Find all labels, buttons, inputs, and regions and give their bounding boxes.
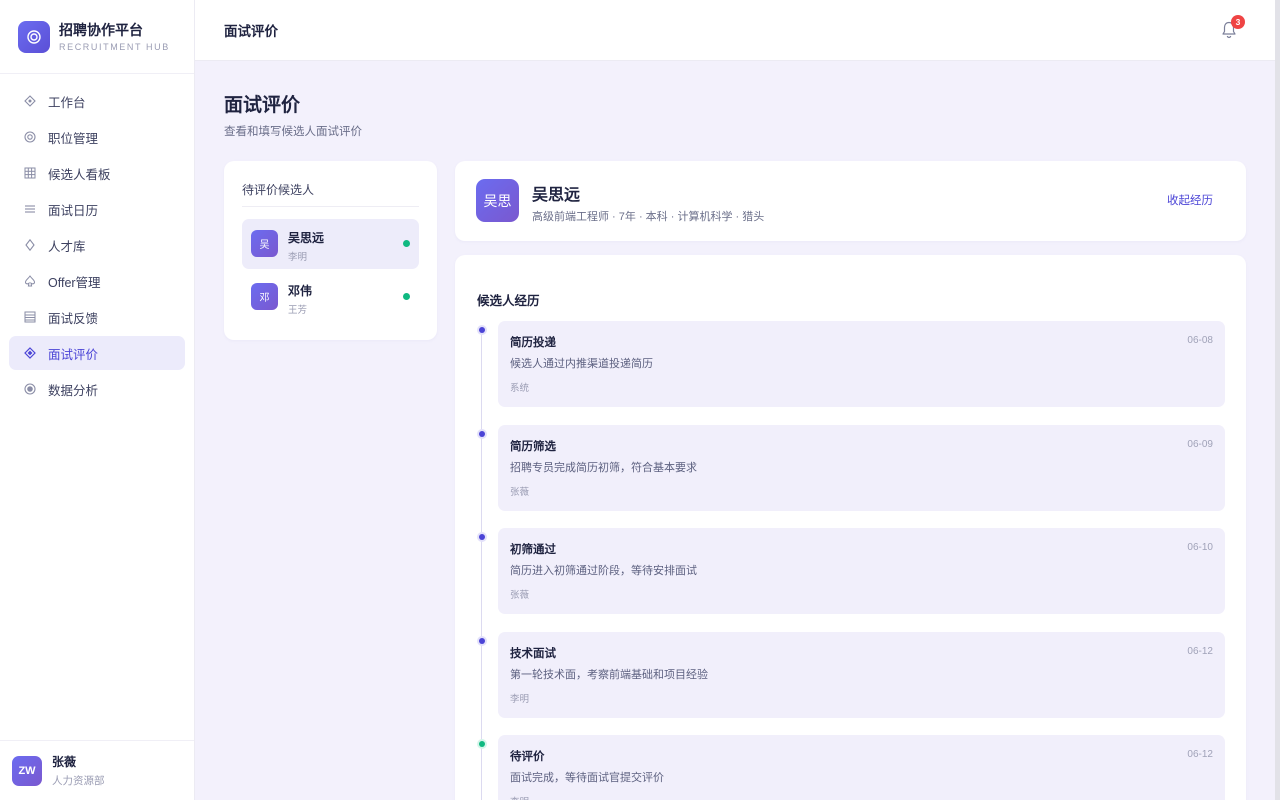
timeline-item: 简历筛选 06-09 招聘专员完成简历初筛，符合基本要求 张薇 (498, 425, 1225, 511)
timeline-item-title: 简历投递 (510, 337, 556, 349)
candidate-name: 吴思远 (532, 187, 581, 204)
sidebar-item-interview-feedback[interactable]: 面试反馈 (9, 300, 185, 334)
sidebar-item-label: 面试评价 (48, 347, 99, 362)
diamond-icon (23, 94, 37, 108)
timeline-dot-icon (479, 327, 485, 333)
timeline-item-date: 06-12 (1187, 646, 1213, 657)
timeline-item: 初筛通过 06-10 简历进入初筛通过阶段，等待安排面试 张薇 (498, 528, 1225, 614)
timeline-item-title: 待评价 (510, 751, 545, 763)
timeline-item-desc: 候选人通过内推渠道投递简历 (510, 358, 653, 370)
sidebar-item-label: 职位管理 (48, 131, 99, 146)
target-icon (23, 130, 37, 144)
candidate-owner: 王芳 (288, 305, 308, 316)
sidebar-nav: 工作台 职位管理 候选人看板 面试日历 人才库 Offer管理 面试反馈 面试评… (0, 74, 194, 406)
timeline-item-date: 06-09 (1187, 439, 1213, 450)
timeline-item-by: 李明 (510, 794, 529, 800)
candidate-meta: 高级前端工程师 · 7年 · 本科 · 计算机科学 · 猎头 (532, 211, 765, 223)
table-icon (23, 310, 37, 324)
brand-logo-icon (18, 20, 50, 53)
collapse-history-button[interactable]: 收起经历 (1167, 192, 1213, 208)
user-profile[interactable]: ZW 张薇 人力资源部 (0, 740, 194, 800)
panel-title: 待评价候选人 (242, 183, 315, 197)
brand-name: 招聘协作平台 (59, 21, 143, 38)
timeline-dot-icon (479, 534, 485, 540)
timeline-dot-icon (479, 431, 485, 437)
sidebar-item-label: 数据分析 (48, 383, 99, 398)
timeline-dot-icon (479, 638, 485, 644)
timeline-item-by: 张薇 (510, 487, 530, 498)
timeline-item-date: 06-10 (1187, 542, 1213, 553)
circle-dot-icon (23, 382, 37, 396)
timeline-item-date: 06-12 (1187, 749, 1213, 760)
timeline-dot-icon (479, 741, 485, 747)
scrollbar-thumb[interactable] (1275, 0, 1280, 800)
candidate-history-card: 候选人经历 简历投递 06-08 候选人通过内推渠道投递简历 系统 简历筛选 0… (455, 255, 1246, 800)
avatar: 邓 (251, 283, 278, 310)
candidate-item[interactable]: 吴 吴思远 李明 (242, 219, 419, 269)
timeline-item-desc: 面试完成，等待面试官提交评价 (510, 772, 664, 784)
sidebar-item-interview-calendar[interactable]: 面试日历 (9, 192, 185, 226)
brand-subtitle: RECRUITMENT HUB (59, 41, 170, 52)
topbar: 面试评价 3 (195, 0, 1275, 61)
sidebar-item-label: 工作台 (48, 95, 86, 110)
diamond-active-icon (23, 346, 37, 360)
timeline-item-by: 系统 (510, 383, 530, 394)
timeline-item-title: 初筛通过 (510, 544, 556, 556)
divider (242, 206, 419, 207)
page-title: 面试评价 (224, 95, 301, 116)
timeline-item-by: 李明 (510, 694, 530, 705)
avatar: 吴 (251, 230, 278, 257)
sidebar-item-label: Offer管理 (48, 275, 101, 290)
timeline-item-desc: 招聘专员完成简历初筛，符合基本要求 (510, 462, 697, 474)
timeline-item: 技术面试 06-12 第一轮技术面，考察前端基础和项目经验 李明 (498, 632, 1225, 718)
list-icon (23, 202, 37, 216)
notification-badge: 3 (1231, 15, 1245, 29)
sidebar-item-label: 人才库 (48, 239, 86, 254)
candidate-item[interactable]: 邓 邓伟 王芳 (242, 272, 419, 322)
topbar-title: 面试评价 (224, 24, 278, 39)
sidebar-item-interview-evaluation[interactable]: 面试评价 (9, 336, 185, 370)
page-subtitle: 查看和填写候选人面试评价 (224, 126, 362, 138)
candidate-list-panel: 待评价候选人 吴 吴思远 李明 邓 邓伟 王芳 (224, 161, 437, 340)
sidebar-item-analytics[interactable]: 数据分析 (9, 372, 185, 406)
avatar: 吴思 (476, 179, 519, 222)
candidate-profile-card: 吴思 吴思远 高级前端工程师 · 7年 · 本科 · 计算机科学 · 猎头 收起… (455, 161, 1246, 241)
spade-icon (23, 274, 37, 288)
candidate-owner: 李明 (288, 252, 308, 263)
timeline-item-desc: 第一轮技术面，考察前端基础和项目经验 (510, 669, 708, 681)
timeline-item-date: 06-08 (1187, 335, 1213, 346)
sidebar-item-offer[interactable]: Offer管理 (9, 264, 185, 298)
status-dot-icon (403, 240, 410, 247)
sidebar-item-label: 候选人看板 (48, 167, 111, 182)
sidebar-item-label: 面试反馈 (48, 311, 99, 326)
timeline-item-by: 张薇 (510, 590, 530, 601)
timeline-item-title: 技术面试 (510, 648, 556, 660)
user-name: 张薇 (52, 755, 77, 769)
sidebar-item-workbench[interactable]: 工作台 (9, 84, 185, 118)
notification-button[interactable]: 3 (1221, 15, 1245, 39)
grid-icon (23, 166, 37, 180)
user-dept: 人力资源部 (52, 775, 105, 787)
scrollbar[interactable] (1275, 0, 1280, 800)
status-dot-icon (403, 293, 410, 300)
sidebar-item-talent-pool[interactable]: 人才库 (9, 228, 185, 262)
sidebar-item-candidate-board[interactable]: 候选人看板 (9, 156, 185, 190)
candidate-name: 吴思远 (288, 231, 325, 245)
candidate-name: 邓伟 (288, 284, 313, 298)
diamond-outline-icon (23, 238, 37, 252)
sidebar-item-jobs[interactable]: 职位管理 (9, 120, 185, 154)
sidebar: 招聘协作平台 RECRUITMENT HUB 工作台 职位管理 候选人看板 面试… (0, 0, 195, 800)
timeline-item-desc: 简历进入初筛通过阶段，等待安排面试 (510, 565, 697, 577)
section-title: 候选人经历 (477, 294, 540, 308)
timeline-line (481, 330, 482, 800)
timeline-item: 简历投递 06-08 候选人通过内推渠道投递简历 系统 (498, 321, 1225, 407)
avatar: ZW (12, 755, 42, 786)
timeline-item-title: 简历筛选 (510, 441, 556, 453)
sidebar-item-label: 面试日历 (48, 203, 99, 218)
timeline-item: 待评价 06-12 面试完成，等待面试官提交评价 李明 (498, 735, 1225, 800)
brand: 招聘协作平台 RECRUITMENT HUB (0, 0, 194, 74)
